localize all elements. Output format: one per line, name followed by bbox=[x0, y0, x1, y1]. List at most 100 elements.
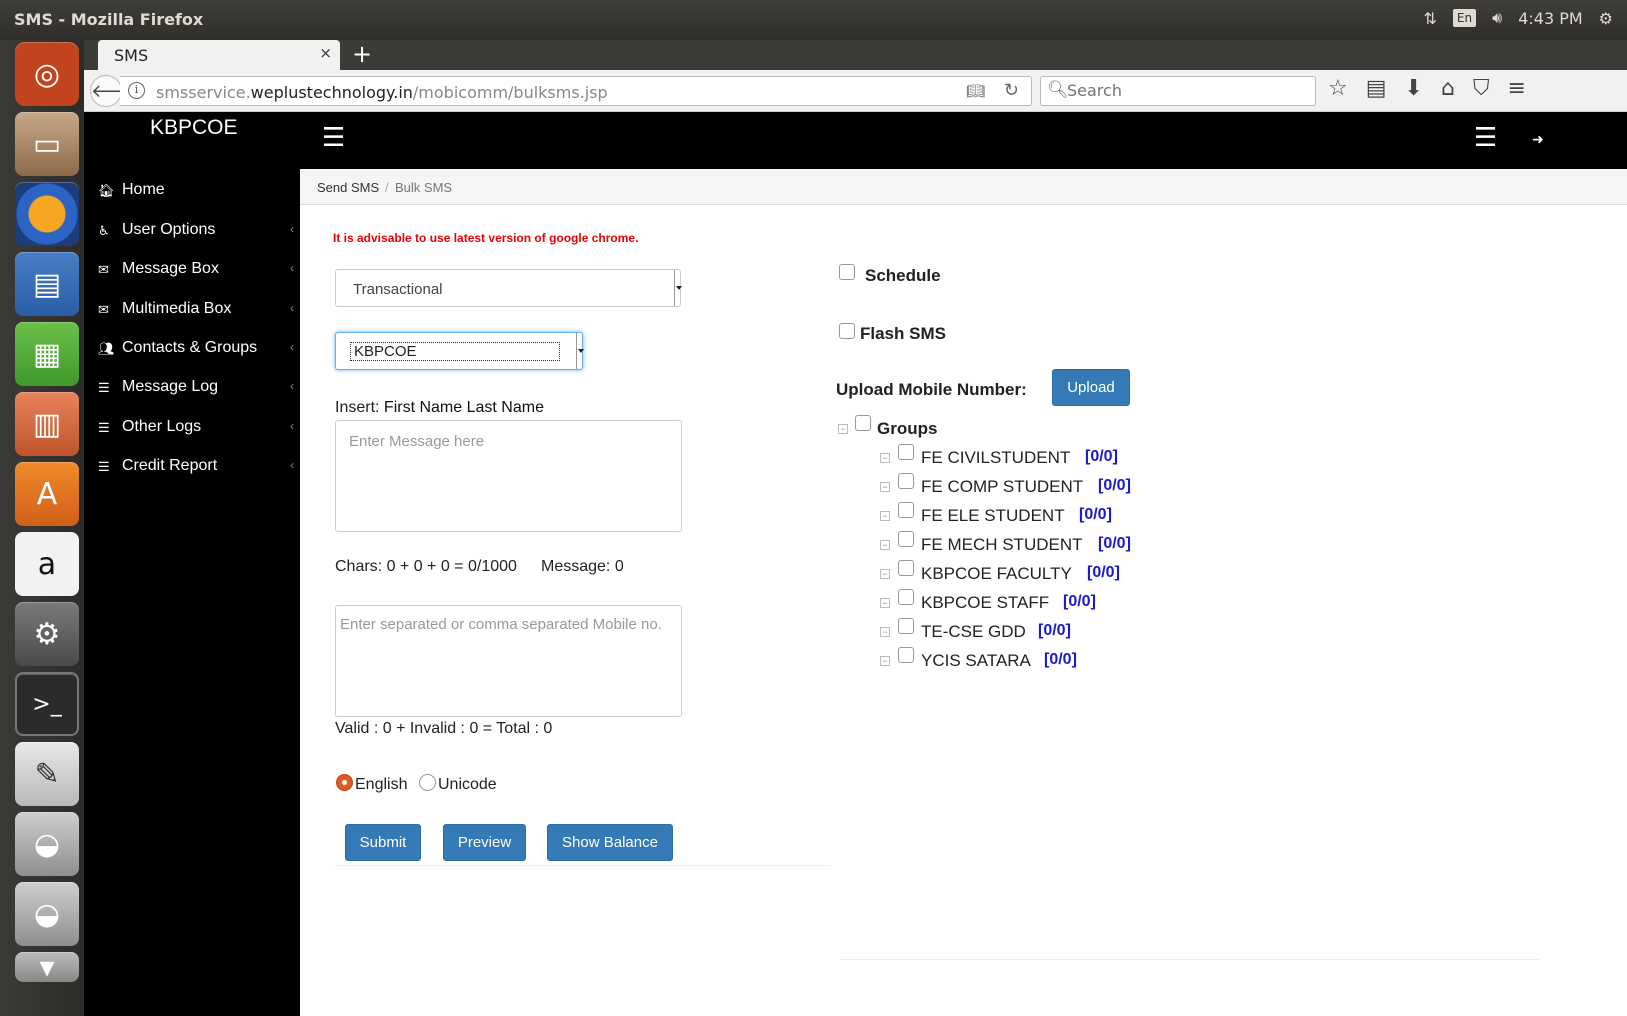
impress-icon[interactable]: ▤ bbox=[15, 252, 79, 316]
reload-icon[interactable]: ↻ bbox=[1004, 80, 1019, 101]
bookmarks-list-icon[interactable]: ▤ bbox=[1366, 76, 1387, 101]
sidebar-item-label: Message Log bbox=[122, 378, 219, 395]
bookmark-star-icon[interactable]: ☆ bbox=[1328, 76, 1348, 101]
breadcrumb-separator: / bbox=[385, 180, 389, 195]
volume-icon[interactable]: 🔊︎ bbox=[1492, 8, 1502, 28]
collapse-icon[interactable]: − bbox=[880, 569, 890, 579]
group-checkbox[interactable] bbox=[898, 502, 914, 518]
ubuntu-dash-icon[interactable]: ◎ bbox=[15, 42, 79, 106]
tab-close-icon[interactable]: × bbox=[319, 44, 332, 62]
envelope-icon: ✉︎ bbox=[98, 262, 109, 277]
flash-sms-label: Flash SMS bbox=[860, 324, 946, 343]
list-icon: ☰ bbox=[98, 380, 110, 395]
insert-fields-link[interactable]: First Name Last Name bbox=[384, 399, 544, 416]
group-count[interactable]: [0/0] bbox=[1063, 593, 1096, 611]
trash-icon[interactable]: ▾ bbox=[15, 950, 79, 985]
group-checkbox[interactable] bbox=[898, 618, 914, 634]
collapse-icon[interactable]: − bbox=[880, 598, 890, 608]
sidebar-item-contacts-groups[interactable]: 👥︎ Contacts & Groups ‹ bbox=[98, 335, 294, 365]
sidebar-item-user-options[interactable]: ♿︎ User Options ‹ bbox=[98, 217, 294, 247]
sidebar-item-multimedia-box[interactable]: ✉︎ Multimedia Box ‹ bbox=[98, 296, 294, 326]
group-checkbox[interactable] bbox=[898, 647, 914, 663]
sidebar-item-other-logs[interactable]: ☰ Other Logs ‹ bbox=[98, 414, 294, 444]
group-count[interactable]: [0/0] bbox=[1098, 535, 1131, 553]
url-bar[interactable]: i smsservice.weplustechnology.in/mobicom… bbox=[120, 76, 1032, 106]
software-center-icon[interactable]: A bbox=[15, 462, 79, 526]
schedule-checkbox[interactable] bbox=[839, 264, 855, 280]
groups-select-all-checkbox[interactable] bbox=[855, 415, 871, 431]
chevron-left-icon: ‹ bbox=[290, 458, 294, 472]
url-text: smsservice.weplustechnology.in/mobicomm/… bbox=[156, 83, 608, 102]
system-settings-icon[interactable]: ⚙ bbox=[15, 602, 79, 666]
chevron-left-icon: ‹ bbox=[290, 340, 294, 354]
firefox-icon[interactable] bbox=[15, 182, 79, 246]
network-icon[interactable]: ⇅ bbox=[1424, 9, 1437, 28]
brand-name[interactable]: KBPCOE bbox=[150, 116, 238, 140]
group-checkbox[interactable] bbox=[898, 444, 914, 460]
search-icon: 🔍︎ bbox=[1047, 80, 1069, 99]
tab-sms[interactable]: SMS × bbox=[98, 40, 340, 70]
group-count[interactable]: [0/0] bbox=[1044, 651, 1077, 669]
group-count[interactable]: [0/0] bbox=[1038, 622, 1071, 640]
search-box[interactable]: 🔍︎ bbox=[1040, 76, 1316, 106]
pocket-icon[interactable]: ⛉ bbox=[1473, 76, 1490, 101]
menu-icon[interactable]: ≡ bbox=[1507, 76, 1525, 101]
sidebar-item-home[interactable]: 🏠︎ Home bbox=[98, 177, 294, 207]
power-gear-icon[interactable]: ⚙ bbox=[1599, 9, 1613, 28]
collapse-icon[interactable]: − bbox=[880, 540, 890, 550]
writer-icon[interactable]: ▥ bbox=[15, 392, 79, 456]
drive-icon-2[interactable]: ◒ bbox=[15, 882, 79, 946]
amazon-icon[interactable]: a bbox=[15, 532, 79, 596]
collapse-icon[interactable]: − bbox=[880, 511, 890, 521]
group-count[interactable]: [0/0] bbox=[1085, 448, 1118, 466]
group-checkbox[interactable] bbox=[898, 589, 914, 605]
terminal-icon[interactable]: >_ bbox=[15, 672, 79, 736]
files-icon[interactable]: ▭ bbox=[15, 112, 79, 176]
home-icon[interactable]: ⌂ bbox=[1441, 76, 1455, 101]
new-tab-button[interactable]: + bbox=[352, 40, 372, 68]
search-input[interactable] bbox=[1067, 81, 1307, 100]
preview-button[interactable]: Preview bbox=[443, 824, 526, 861]
sidebar-item-label: User Options bbox=[122, 221, 216, 238]
message-textarea[interactable]: Enter Message here bbox=[335, 420, 682, 532]
unicode-radio[interactable] bbox=[419, 774, 436, 791]
collapse-icon[interactable]: − bbox=[880, 453, 890, 463]
calc-icon[interactable]: ▦ bbox=[15, 322, 79, 386]
logout-icon[interactable]: ➜ bbox=[1532, 131, 1544, 148]
group-checkbox[interactable] bbox=[898, 473, 914, 489]
mobile-numbers-textarea[interactable]: Enter separated or comma separated Mobil… bbox=[335, 605, 682, 717]
sidebar-item-message-log[interactable]: ☰ Message Log ‹ bbox=[98, 374, 294, 404]
upload-mobile-label: Upload Mobile Number: bbox=[836, 380, 1027, 399]
submit-button[interactable]: Submit bbox=[345, 824, 421, 861]
breadcrumb-send-sms[interactable]: Send SMS bbox=[317, 180, 379, 195]
top-menu-icon[interactable]: ☰ bbox=[1474, 123, 1497, 153]
downloads-icon[interactable]: ⬇ bbox=[1405, 76, 1423, 101]
group-count[interactable]: [0/0] bbox=[1079, 506, 1112, 524]
group-checkbox[interactable] bbox=[898, 560, 914, 576]
upload-button[interactable]: Upload bbox=[1052, 369, 1130, 406]
collapse-icon[interactable]: − bbox=[880, 482, 890, 492]
english-radio[interactable] bbox=[336, 774, 353, 791]
group-count[interactable]: [0/0] bbox=[1087, 564, 1120, 582]
text-editor-icon[interactable]: ✎ bbox=[15, 742, 79, 806]
breadcrumb: Send SMS / Bulk SMS bbox=[300, 169, 1627, 205]
flash-sms-checkbox[interactable] bbox=[839, 323, 855, 339]
reader-view-icon[interactable]: 📖︎ bbox=[966, 82, 985, 100]
back-button[interactable]: 🡐︎ bbox=[90, 75, 139, 107]
collapse-icon[interactable]: − bbox=[880, 656, 890, 666]
sidebar-toggle-icon[interactable]: ☰ bbox=[322, 123, 345, 153]
group-checkbox[interactable] bbox=[898, 531, 914, 547]
sender-id-select[interactable]: KBPCOE bbox=[335, 332, 584, 370]
keyboard-layout-indicator[interactable]: En bbox=[1452, 9, 1477, 27]
collapse-icon[interactable]: − bbox=[880, 627, 890, 637]
clock[interactable]: 4:43 PM bbox=[1518, 9, 1582, 28]
sidebar-item-credit-report[interactable]: ☰ Credit Report ‹ bbox=[98, 453, 294, 483]
route-select[interactable]: Transactional bbox=[335, 269, 682, 307]
drive-icon[interactable]: ◒ bbox=[15, 812, 79, 876]
sidebar-item-message-box[interactable]: ✉︎ Message Box ‹ bbox=[98, 256, 294, 286]
group-name: TE-CSE GDD bbox=[921, 622, 1026, 641]
show-balance-button[interactable]: Show Balance bbox=[547, 824, 673, 861]
group-count[interactable]: [0/0] bbox=[1098, 477, 1131, 495]
collapse-icon[interactable]: − bbox=[838, 424, 848, 434]
site-info-icon[interactable]: i bbox=[128, 82, 145, 99]
